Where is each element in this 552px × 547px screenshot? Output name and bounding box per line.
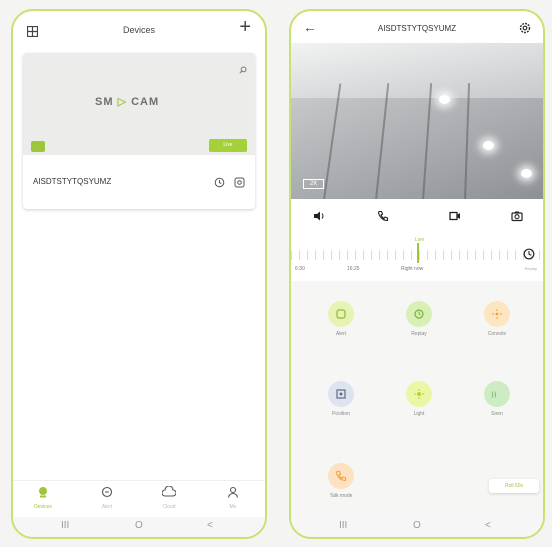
resolution-toggle[interactable]: 2K	[303, 179, 325, 189]
timeline-cursor	[417, 243, 419, 263]
playback-timeline[interactable]: Live 6:30 16:25 Right now Replay	[291, 237, 543, 277]
app-header: Devices +	[13, 11, 265, 47]
playback-icon[interactable]	[214, 175, 225, 193]
back-nav-button[interactable]: <	[485, 520, 491, 531]
siren-icon: ))	[491, 391, 497, 399]
replay-clock-icon	[414, 309, 424, 319]
light-feature-button[interactable]: Light	[389, 381, 449, 417]
home-button[interactable]: O	[413, 520, 421, 531]
app-header: ← AISDTSTYTQSYUMZ	[291, 11, 543, 45]
live-view-button[interactable]: Live	[209, 139, 247, 152]
timeline-label: 16:25	[347, 266, 360, 272]
back-nav-button[interactable]: <	[207, 520, 213, 531]
add-device-button[interactable]: +	[239, 17, 251, 37]
video-detail	[421, 83, 433, 199]
bottom-tab-bar: Devices Alert Cloud Me	[13, 480, 265, 517]
feature-grid: Alert Replay Console Position Light )) S…	[291, 281, 543, 517]
video-detail	[322, 83, 342, 199]
video-detail	[374, 83, 390, 199]
tab-cloud[interactable]: Cloud	[139, 485, 199, 510]
video-detail	[483, 141, 494, 150]
device-preview[interactable]: SM ▷ CAM Live	[23, 53, 255, 155]
snapshot-camera-icon[interactable]	[511, 209, 523, 227]
console-feature-button[interactable]: Console	[467, 301, 527, 337]
brand-logo: SM ▷ CAM	[95, 96, 160, 108]
device-list-screen: Devices + SM ▷ CAM Live AISDTSTYTQSYUMZ …	[11, 9, 267, 539]
home-button[interactable]: O	[135, 520, 143, 531]
tab-alert[interactable]: Alert	[77, 485, 137, 510]
device-card[interactable]: SM ▷ CAM Live AISDTSTYTQSYUMZ	[23, 53, 255, 209]
video-detail	[463, 83, 471, 199]
dpad-icon	[491, 308, 503, 320]
video-detail	[521, 169, 532, 178]
message-icon	[101, 486, 113, 498]
alert-icon	[336, 309, 346, 319]
history-clock-icon[interactable]	[523, 247, 535, 265]
timeline-label: Right now	[401, 266, 424, 272]
video-controls	[291, 207, 543, 231]
timeline-label: 6:30	[295, 266, 305, 272]
history-label: Replay	[524, 266, 537, 271]
search-icon[interactable]	[239, 61, 247, 79]
live-view-screen: ← AISDTSTYTQSYUMZ 2K Live 6:30 16:25 Rig…	[289, 9, 545, 539]
user-icon	[227, 486, 239, 498]
siren-feature-button[interactable]: )) Siren	[467, 381, 527, 417]
recent-apps-button[interactable]: III	[61, 520, 69, 531]
light-icon	[414, 389, 424, 399]
recording-toast[interactable]: Roll 60s	[489, 479, 539, 493]
cloud-icon	[161, 485, 177, 497]
page-title: Devices	[122, 25, 155, 35]
svg-text:)): ))	[491, 391, 497, 399]
live-video-feed[interactable]: 2K	[291, 43, 543, 199]
recent-apps-button[interactable]: III	[339, 520, 347, 531]
tab-devices[interactable]: Devices	[13, 485, 73, 510]
replay-feature-button[interactable]: Replay	[389, 301, 449, 337]
gear-icon[interactable]	[519, 21, 531, 39]
system-nav-bar: III O <	[13, 517, 265, 537]
video-detail	[439, 95, 450, 104]
phone-talk-icon	[335, 470, 347, 482]
phone-call-icon[interactable]	[377, 209, 389, 227]
position-frame-icon	[336, 389, 346, 399]
camera-icon	[39, 487, 47, 498]
record-video-icon[interactable]	[449, 209, 461, 227]
position-feature-button[interactable]: Position	[311, 381, 371, 417]
device-name: AISDTSTYTQSYUMZ	[33, 177, 112, 186]
wifi-status-icon	[31, 141, 45, 152]
alert-feature-button[interactable]: Alert	[311, 301, 371, 337]
speaker-icon[interactable]	[313, 209, 325, 227]
device-title: AISDTSTYTQSYUMZ	[377, 24, 457, 33]
tab-me[interactable]: Me	[203, 485, 263, 510]
device-settings-icon[interactable]	[234, 175, 245, 193]
talk-mode-feature-button[interactable]: Talk mode	[311, 463, 371, 499]
video-ceiling	[291, 43, 543, 98]
play-icon: ▷	[117, 96, 128, 108]
system-nav-bar: III O <	[291, 517, 543, 537]
